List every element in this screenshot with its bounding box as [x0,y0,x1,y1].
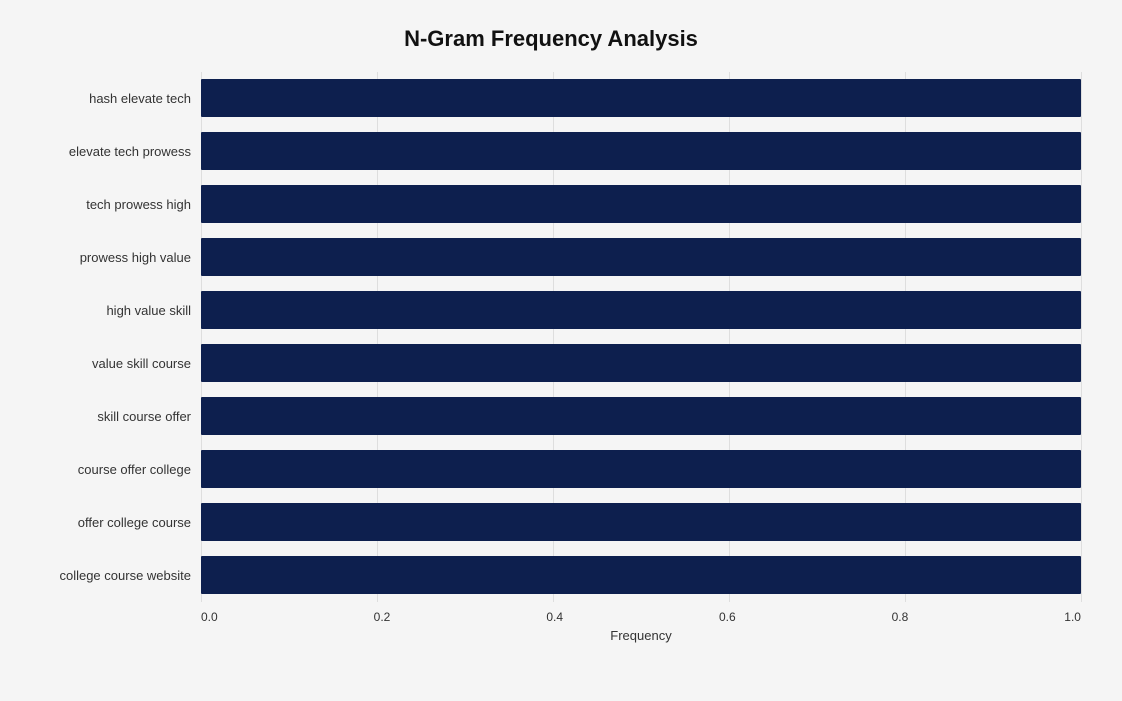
bar-row [201,131,1081,171]
bar [201,344,1081,382]
bar [201,238,1081,276]
x-tick: 0.2 [374,610,391,624]
x-tick: 0.6 [719,610,736,624]
bar [201,450,1081,488]
x-tick: 0.8 [892,610,909,624]
bar-row [201,502,1081,542]
bar-row [201,449,1081,489]
y-labels: hash elevate tech elevate tech prowess tec… [21,72,201,602]
bar [201,132,1081,170]
y-label: high value skill [106,304,191,317]
x-axis-label: Frequency [201,628,1081,643]
grid-line [1081,72,1082,602]
y-label: elevate tech prowess [69,145,191,158]
bars-wrapper [201,72,1081,602]
chart-title: N-Gram Frequency Analysis [21,26,1081,52]
y-label: offer college course [78,516,191,529]
x-tick: 1.0 [1064,610,1081,624]
x-axis: 0.0 0.2 0.4 0.6 0.8 1.0 [201,602,1081,624]
bars-section [201,72,1081,602]
y-label: value skill course [92,357,191,370]
y-label: tech prowess high [86,198,191,211]
y-label: skill course offer [97,410,191,423]
chart-area: hash elevate tech elevate tech prowess tec… [21,72,1081,602]
bar-row [201,237,1081,277]
bar [201,397,1081,435]
chart-container: N-Gram Frequency Analysis hash elevate t… [11,6,1111,696]
bar [201,79,1081,117]
bar [201,503,1081,541]
bar-row [201,290,1081,330]
y-label: hash elevate tech [89,92,191,105]
x-tick: 0.0 [201,610,218,624]
bar-row [201,343,1081,383]
bar-row [201,184,1081,224]
bottom-section: 0.0 0.2 0.4 0.6 0.8 1.0 Frequency [21,602,1081,643]
y-label: course offer college [78,463,191,476]
bar [201,185,1081,223]
y-label: prowess high value [80,251,191,264]
bar-row [201,78,1081,118]
x-tick: 0.4 [546,610,563,624]
bar [201,556,1081,594]
bar [201,291,1081,329]
bar-row [201,396,1081,436]
y-label: college course website [59,569,191,582]
bar-row [201,555,1081,595]
